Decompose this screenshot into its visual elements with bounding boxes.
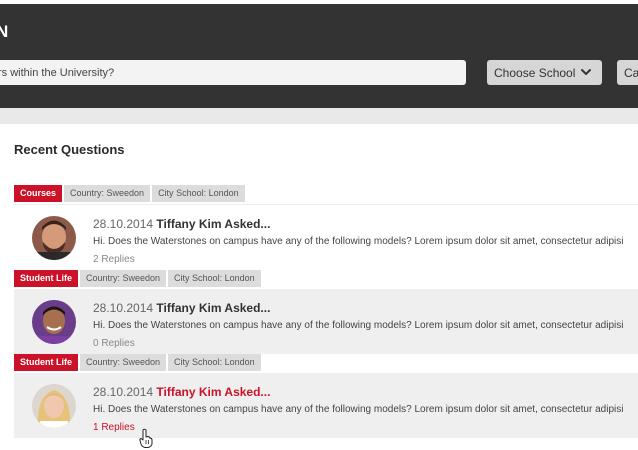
tag-list: Courses Country: Sweedon City School: Lo… [14, 185, 247, 204]
choose-school-dropdown[interactable]: Choose School [487, 60, 602, 85]
category-label: Cat [624, 65, 638, 80]
city-tag[interactable]: City School: London [152, 185, 245, 202]
question-date: 28.10.2014 [93, 217, 154, 231]
country-tag[interactable]: Country: Sweedon [80, 354, 167, 371]
question-text: Hi. Does the Waterstones on campus have … [93, 236, 624, 247]
country-tag[interactable]: Country: Sweedon [64, 185, 151, 202]
search-input[interactable] [0, 60, 466, 85]
question-body: 28.10.2014 Tiffany Kim Asked... Hi. Does… [14, 204, 638, 269]
replies-link[interactable]: 1 Replies [93, 422, 135, 433]
category-tag[interactable]: Courses [14, 185, 63, 202]
avatar[interactable] [32, 300, 76, 344]
tag-list: Student Life Country: Sweedon City Schoo… [14, 354, 263, 373]
question-meta: 28.10.2014 Tiffany Kim Asked... [93, 385, 270, 399]
section-title: Recent Questions [14, 142, 125, 157]
question-item[interactable]: Courses Country: Sweedon City School: Lo… [14, 185, 638, 269]
question-asker-link[interactable]: Tiffany Kim Asked... [156, 385, 270, 399]
chevron-down-icon [581, 69, 591, 75]
question-item[interactable]: Student Life Country: Sweedon City Schoo… [14, 270, 638, 354]
hand-pointer-icon [139, 428, 153, 448]
question-date: 28.10.2014 [93, 301, 154, 315]
city-tag[interactable]: City School: London [168, 354, 261, 371]
question-asker-link[interactable]: Tiffany Kim Asked... [156, 301, 270, 315]
avatar[interactable] [32, 216, 76, 260]
header-bar: N Choose School Cat [0, 4, 638, 108]
city-tag[interactable]: City School: London [168, 270, 261, 287]
question-date: 28.10.2014 [93, 385, 154, 399]
avatar[interactable] [32, 384, 76, 428]
question-body: 28.10.2014 Tiffany Kim Asked... Hi. Does… [14, 373, 638, 438]
choose-school-label: Choose School [494, 65, 576, 80]
question-text: Hi. Does the Waterstones on campus have … [93, 404, 624, 415]
question-item[interactable]: Student Life Country: Sweedon City Schoo… [14, 354, 638, 438]
replies-link[interactable]: 0 Replies [93, 338, 135, 349]
category-tag[interactable]: Student Life [14, 354, 78, 371]
tag-list: Student Life Country: Sweedon City Schoo… [14, 270, 263, 289]
question-text: Hi. Does the Waterstones on campus have … [93, 320, 624, 331]
question-meta: 28.10.2014 Tiffany Kim Asked... [93, 217, 270, 231]
question-meta: 28.10.2014 Tiffany Kim Asked... [93, 301, 270, 315]
header-title: N [0, 22, 9, 41]
replies-link[interactable]: 2 Replies [93, 254, 135, 265]
question-body: 28.10.2014 Tiffany Kim Asked... Hi. Does… [14, 289, 638, 354]
country-tag[interactable]: Country: Sweedon [80, 270, 167, 287]
category-dropdown[interactable]: Cat [617, 60, 638, 85]
category-tag[interactable]: Student Life [14, 270, 78, 287]
recent-questions-panel: Recent Questions Courses Country: Sweedo… [0, 124, 638, 450]
question-asker-link[interactable]: Tiffany Kim Asked... [156, 217, 270, 231]
